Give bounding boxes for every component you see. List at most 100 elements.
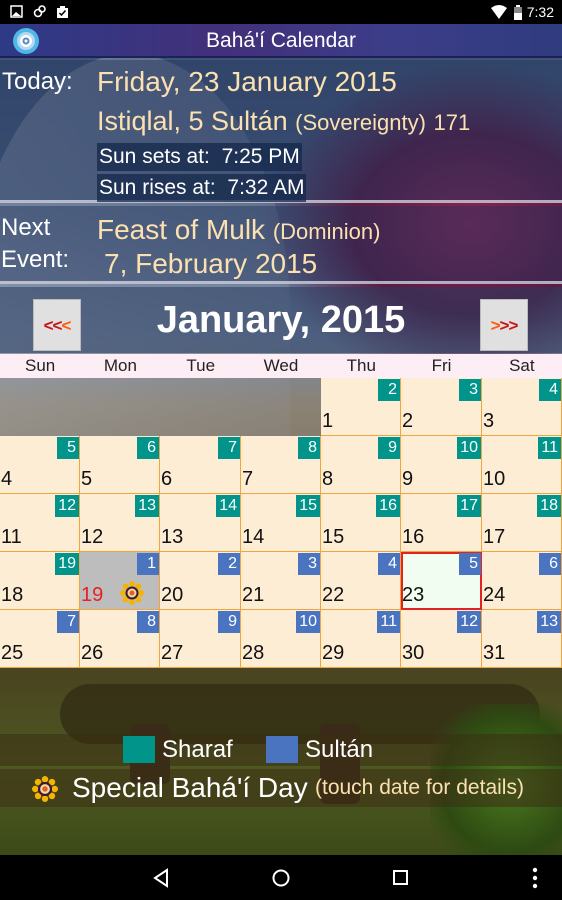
calendar-day[interactable]: 15 14 bbox=[241, 494, 321, 552]
gregorian-day-number: 15 bbox=[322, 526, 345, 548]
next-event-panel[interactable]: Next Event: Feast of Mulk (Dominion) 7, … bbox=[0, 206, 562, 284]
calendar-day[interactable]: 6 24 bbox=[482, 552, 562, 610]
gregorian-day-number: 7 bbox=[242, 468, 254, 490]
bahai-day-number: 7 bbox=[218, 437, 240, 459]
recents-icon[interactable] bbox=[392, 869, 410, 887]
next-event-date: 7, February 2015 bbox=[104, 248, 318, 279]
special-day-icon bbox=[32, 776, 58, 802]
calendar-day[interactable]: 8 26 bbox=[80, 610, 160, 668]
bahai-day-number: 10 bbox=[457, 437, 481, 459]
calendar-day[interactable]: 10 28 bbox=[241, 610, 321, 668]
next-label: Next bbox=[1, 214, 51, 241]
bahai-day-number: 3 bbox=[459, 379, 481, 401]
bahai-day-number: 1 bbox=[137, 553, 159, 575]
sunset-box: Sun sets at: 7:25 PM bbox=[97, 143, 302, 171]
gregorian-day-number: 23 bbox=[402, 584, 425, 606]
bahai-day-number: 18 bbox=[537, 495, 561, 517]
next-event-meaning: (Dominion) bbox=[272, 219, 381, 244]
bahai-date: Istiqlal, 5 Sultán (Sovereignty) 171 bbox=[97, 106, 470, 137]
app-title: Bahá'í Calendar bbox=[206, 29, 356, 52]
bahai-day-number: 8 bbox=[298, 437, 320, 459]
bahai-day-number: 11 bbox=[377, 611, 400, 633]
calendar-day[interactable]: 12 30 bbox=[401, 610, 482, 668]
system-nav-bar bbox=[0, 855, 562, 900]
bahai-day-number: 16 bbox=[376, 495, 400, 517]
calendar-day[interactable]: 4 22 bbox=[321, 552, 401, 610]
gregorian-day-number: 22 bbox=[322, 584, 345, 606]
next-month-button[interactable]: >>> bbox=[480, 299, 528, 351]
bahai-day-number: 2 bbox=[378, 379, 400, 401]
calendar-day[interactable]: 13 31 bbox=[482, 610, 562, 668]
gregorian-day-number: 16 bbox=[402, 526, 425, 548]
bahai-day-number: 19 bbox=[55, 553, 79, 575]
calendar-day[interactable]: 11 29 bbox=[321, 610, 401, 668]
back-icon[interactable] bbox=[152, 868, 170, 888]
calendar-day[interactable]: 12 11 bbox=[0, 494, 80, 552]
calendar-day[interactable]: 43 bbox=[482, 378, 562, 436]
bahai-day-number: 5 bbox=[57, 437, 79, 459]
calendar-day[interactable]: 87 bbox=[241, 436, 321, 494]
empty-leading-cells bbox=[0, 378, 321, 436]
sultan-swatch bbox=[266, 736, 298, 763]
sunrise-time: 7:32 AM bbox=[227, 176, 305, 199]
calendar-day[interactable]: 10 9 bbox=[401, 436, 482, 494]
calendar-day[interactable]: 19 18 bbox=[0, 552, 80, 610]
weekday-sun: Sun bbox=[25, 356, 56, 375]
gregorian-day-number: 3 bbox=[483, 410, 495, 432]
calendar-day[interactable]: 65 bbox=[80, 436, 160, 494]
sunrise-box: Sun rises at: 7:32 AM bbox=[97, 174, 307, 202]
calendar-day[interactable]: 7 25 bbox=[0, 610, 80, 668]
sunset-time: 7:25 PM bbox=[221, 145, 300, 168]
month-nav: <<< January, 2015 >>> bbox=[0, 287, 562, 353]
bahai-day-number: 12 bbox=[457, 611, 481, 633]
bahai-day-number: 7 bbox=[57, 611, 79, 633]
overflow-menu-icon[interactable] bbox=[532, 867, 538, 889]
app-bar: Bahá'í Calendar bbox=[0, 24, 562, 58]
calendar-day-today[interactable]: 5 23 bbox=[401, 552, 482, 610]
calendar-day[interactable]: 9 27 bbox=[160, 610, 241, 668]
gregorian-day-number: 27 bbox=[161, 642, 184, 664]
gregorian-day-number: 29 bbox=[322, 642, 345, 664]
clock: 7:32 bbox=[526, 4, 554, 20]
calendar-day[interactable]: 54 bbox=[0, 436, 80, 494]
calendar-day[interactable]: 11 10 bbox=[482, 436, 562, 494]
gregorian-day-number: 9 bbox=[402, 468, 414, 490]
weekday-mon: Mon bbox=[103, 356, 137, 375]
bahai-day-number: 8 bbox=[137, 611, 159, 633]
bahai-day-number: 13 bbox=[537, 611, 561, 633]
gregorian-day-number: 6 bbox=[161, 468, 173, 490]
calendar-day[interactable]: 18 17 bbox=[482, 494, 562, 552]
gregorian-day-number: 5 bbox=[81, 468, 93, 490]
status-bar: 7:32 bbox=[0, 0, 562, 24]
calendar-day[interactable]: 16 15 bbox=[321, 494, 401, 552]
calendar-day[interactable]: 3 21 bbox=[241, 552, 321, 610]
bahai-day-number: 12 bbox=[55, 495, 79, 517]
calendar-day[interactable]: 98 bbox=[321, 436, 401, 494]
bahai-day-number: 3 bbox=[298, 553, 320, 575]
calendar-day[interactable]: 76 bbox=[160, 436, 241, 494]
bahai-year: 171 bbox=[433, 110, 471, 135]
calendar-day[interactable]: 32 bbox=[401, 378, 482, 436]
home-icon[interactable] bbox=[271, 868, 291, 888]
legend: Sharaf Sultán bbox=[0, 734, 562, 766]
battery-icon bbox=[514, 5, 522, 20]
gregorian-day-number: 28 bbox=[242, 642, 265, 664]
gregorian-day-number: 31 bbox=[483, 642, 506, 664]
sunrise-label: Sun rises at: bbox=[99, 176, 216, 199]
bahai-date-main: Istiqlal, 5 Sultán bbox=[97, 106, 288, 136]
image-icon bbox=[10, 5, 23, 18]
calendar-day[interactable]: 2 20 bbox=[160, 552, 241, 610]
bahai-day-number: 4 bbox=[378, 553, 400, 575]
weekday-tue: Tue bbox=[186, 356, 216, 375]
weekday-header: Sun Mon Tue Wed Thu Fri Sat bbox=[0, 354, 562, 378]
calendar-day[interactable]: 13 12 bbox=[80, 494, 160, 552]
gregorian-day-number: 30 bbox=[402, 642, 425, 664]
gregorian-day-number: 13 bbox=[161, 526, 184, 548]
bahai-day-number: 5 bbox=[459, 553, 481, 575]
calendar-day[interactable]: 14 13 bbox=[160, 494, 241, 552]
calendar-day[interactable]: 1 19 bbox=[80, 552, 160, 610]
bahai-day-number: 10 bbox=[296, 611, 320, 633]
calendar-day[interactable]: 21 bbox=[321, 378, 401, 436]
sync-icon bbox=[33, 5, 46, 18]
calendar-day[interactable]: 17 16 bbox=[401, 494, 482, 552]
